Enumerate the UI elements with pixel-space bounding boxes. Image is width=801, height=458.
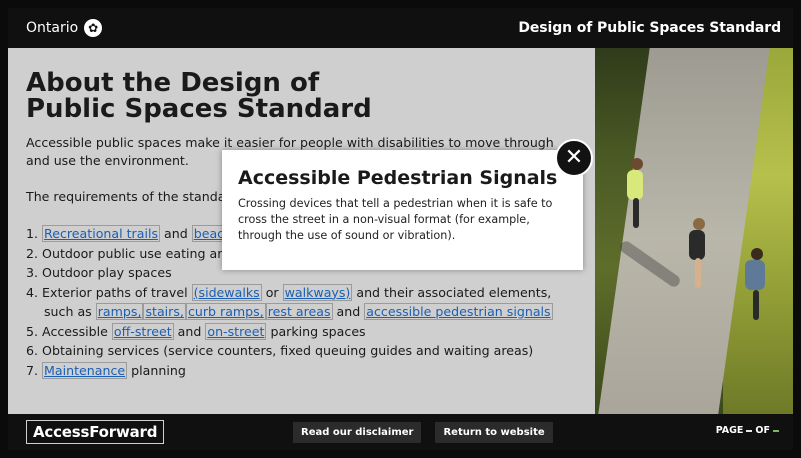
link-curb-ramps[interactable]: curb ramps, (185, 303, 266, 320)
link-off-street[interactable]: off-street (111, 322, 174, 340)
list-item: 4. Exterior paths of travel (sidewalks o… (26, 283, 596, 303)
item-text: Outdoor public use eating areas (42, 245, 245, 261)
close-icon: ✕ (564, 145, 584, 170)
page-title: About the Design of Public Spaces Standa… (26, 68, 372, 124)
item-text: and (332, 304, 365, 319)
total-pages (773, 429, 779, 432)
link-on-street[interactable]: on-street (205, 322, 267, 340)
item-number: 1. (26, 226, 39, 241)
list-item-continuation: such as ramps, stairs, curb ramps, rest are… (26, 302, 596, 322)
item-text: and (160, 226, 192, 241)
accessforward-logo: AccessForward (26, 420, 165, 444)
intro-line: Accessible public spaces make it easier … (26, 135, 554, 150)
return-to-website-button[interactable]: Return to website (435, 422, 553, 443)
brand-name: Ontario (26, 20, 79, 36)
page-indicator: PAGE OF (716, 425, 779, 436)
ontario-logo: Ontario ✿ (26, 19, 103, 37)
list-item: 5. Accessible off-street and on-street p… (26, 322, 596, 342)
link-maintenance[interactable]: Maintenance (42, 361, 128, 379)
footer-links: Read our disclaimer Return to website (293, 422, 553, 443)
item-text: and (173, 323, 206, 339)
of-label: OF (755, 425, 770, 436)
trillium-icon: ✿ (84, 19, 103, 37)
item-text: planning (127, 362, 186, 378)
current-page (746, 429, 753, 432)
item-number: 6. (26, 343, 39, 358)
link-sidewalks[interactable]: (sidewalks (191, 283, 262, 301)
intro-line: and use the environment. (26, 153, 189, 168)
disclaimer-button[interactable]: Read our disclaimer (293, 422, 422, 443)
list-item: 7. Maintenance planning (26, 361, 596, 381)
top-bar: Ontario ✿ Design of Public Spaces Standa… (8, 8, 793, 48)
link-ramps[interactable]: ramps, (95, 303, 144, 320)
page-label: PAGE (715, 425, 744, 436)
item-number: 5. (26, 323, 39, 339)
item-text: Exterior paths of travel (42, 284, 192, 300)
popup-title: Accessible Pedestrian Signals (238, 167, 558, 189)
link-rest-areas[interactable]: rest areas (265, 303, 333, 320)
item-text: parking spaces (266, 323, 366, 339)
link-accessible-pedestrian-signals[interactable]: accessible pedestrian signals (364, 303, 553, 320)
list-item: 6. Obtaining services (service counters,… (26, 341, 596, 361)
link-walkways[interactable]: walkways) (282, 283, 353, 301)
item-text: Accessible (42, 323, 112, 339)
item-number: 2. (26, 245, 39, 261)
item-number: 4. (26, 284, 39, 300)
item-text: Obtaining services (service counters, fi… (42, 343, 534, 358)
module-title: Design of Public Spaces Standard (518, 20, 781, 36)
item-number: 3. (26, 265, 39, 280)
definition-popup: Accessible Pedestrian Signals Crossing d… (222, 150, 583, 270)
item-number: 7. (26, 362, 39, 378)
bottom-bar: AccessForward Read our disclaimer Return… (8, 414, 793, 450)
item-text: Outdoor play spaces (42, 265, 172, 280)
item-text: and their associated elements, (352, 284, 552, 300)
runners-photo (595, 48, 793, 414)
close-button[interactable]: ✕ (555, 139, 593, 177)
link-stairs[interactable]: stairs, (143, 303, 186, 320)
link-recreational-trails[interactable]: Recreational trails (42, 225, 161, 242)
item-text: or (261, 284, 283, 300)
popup-body: Crossing devices that tell a pedestrian … (238, 197, 553, 242)
item-text: such as (44, 304, 96, 319)
